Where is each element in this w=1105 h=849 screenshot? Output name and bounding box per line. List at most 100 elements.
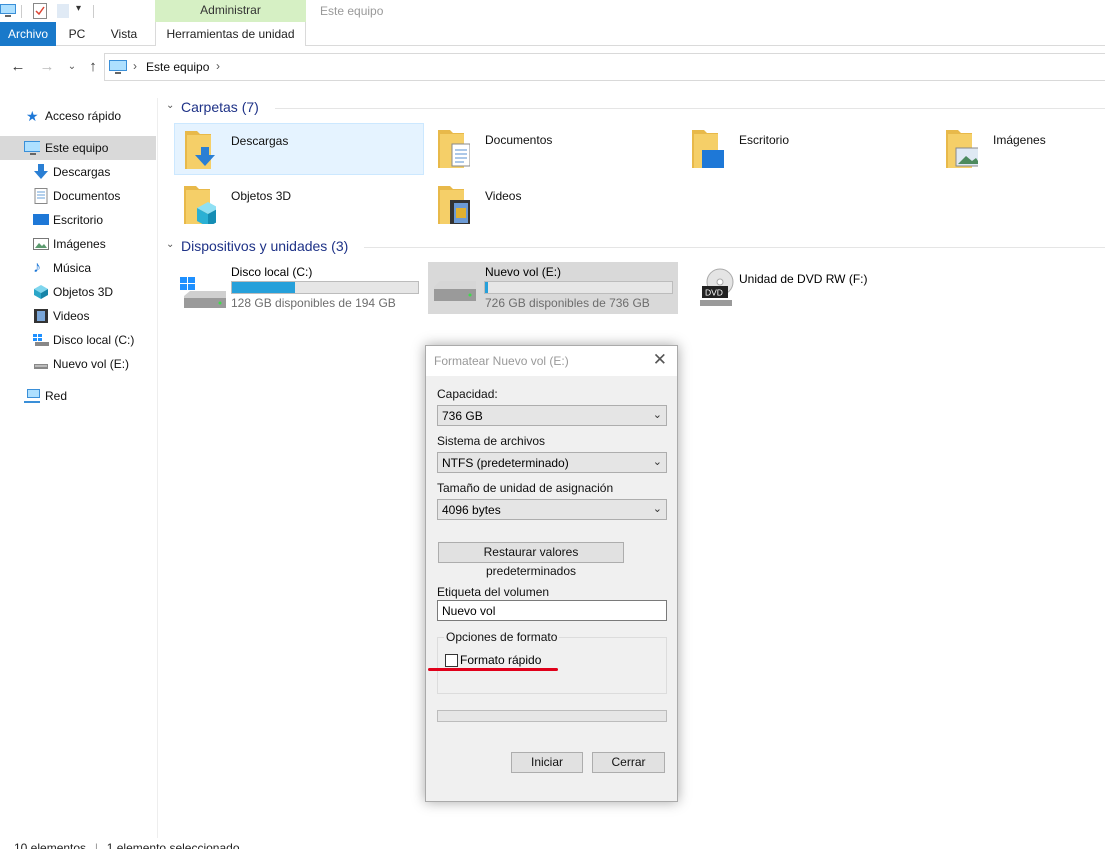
red-underline-annotation — [428, 668, 558, 671]
navigation-pane: ★ Acceso rápido Este equipo Descargas Do… — [0, 98, 158, 838]
customize-qat-icon[interactable]: ▾ — [76, 3, 81, 14]
breadcrumb-separator-icon[interactable]: › — [133, 59, 137, 73]
folder-documentos[interactable]: Documentos — [428, 123, 678, 175]
nav-item-descargas[interactable]: Descargas — [0, 160, 156, 184]
folder-escritorio[interactable]: Escritorio — [682, 123, 932, 175]
volume-label-field-wrap — [437, 600, 667, 621]
drive-usage-fill — [485, 282, 488, 293]
film-icon — [34, 309, 48, 323]
context-tab-group: Administrar — [155, 0, 306, 22]
format-options-title: Opciones de formato — [444, 630, 560, 644]
nav-item-disco-local-c[interactable]: Disco local (C:) — [0, 328, 156, 352]
tab-archivo[interactable]: Archivo — [0, 22, 56, 46]
back-arrow-icon[interactable]: ← — [9, 58, 27, 76]
group-header-dispositivos[interactable]: ⌄ Dispositivos y unidades (3) — [166, 238, 348, 254]
3d-objects-icon — [34, 285, 48, 299]
computer-icon — [24, 141, 40, 155]
chevron-down-icon: ⌄ — [652, 456, 662, 468]
drive-usage-bar — [231, 281, 419, 294]
folder-videos[interactable]: Videos — [428, 179, 678, 231]
nav-item-documentos[interactable]: Documentos — [0, 184, 156, 208]
desktop-folder-icon — [692, 130, 724, 168]
new-folder-icon[interactable] — [57, 4, 69, 18]
tab-vista[interactable]: Vista — [98, 22, 150, 46]
windows-drive-icon — [180, 277, 226, 308]
nav-item-musica[interactable]: ♪ Música — [0, 256, 156, 280]
drive-usage-fill — [232, 282, 296, 293]
quick-format-label[interactable]: Formato rápido — [460, 653, 541, 667]
documents-icon — [34, 188, 48, 204]
quick-format-checkbox[interactable] — [445, 654, 458, 667]
windows-drive-icon — [33, 334, 49, 346]
allocation-unit-select[interactable]: 4096 bytes ⌄ — [437, 499, 667, 520]
3d-objects-folder-icon — [184, 186, 216, 224]
volume-label-input[interactable] — [438, 601, 666, 620]
chevron-down-icon: ⌄ — [652, 409, 662, 421]
breadcrumb-este-equipo[interactable]: Este equipo — [146, 60, 209, 74]
format-options-group: Opciones de formato Formato rápido — [437, 630, 667, 694]
dvd-drive-icon: DVD — [700, 268, 734, 306]
status-bar: 10 elementos | 1 elemento seleccionado — [14, 841, 240, 849]
status-item-count: 10 elementos — [14, 841, 87, 849]
drive-usage-bar — [484, 281, 673, 294]
quick-access-toolbar: ▾ — [0, 0, 150, 22]
close-icon[interactable]: ✕ — [653, 350, 667, 370]
format-dialog: Formatear Nuevo vol (E:) ✕ Capacidad: 73… — [425, 345, 678, 802]
folder-descargas[interactable]: Descargas — [174, 123, 424, 175]
filesystem-select[interactable]: NTFS (predeterminado) ⌄ — [437, 452, 667, 473]
volume-label-label: Etiqueta del volumen — [437, 585, 550, 599]
folder-imagenes[interactable]: Imágenes — [936, 123, 1105, 175]
close-button[interactable]: Cerrar — [592, 752, 665, 773]
drive-dvd-f[interactable]: DVD Unidad de DVD RW (F:) — [682, 262, 932, 314]
nav-item-este-equipo[interactable]: Este equipo — [0, 136, 156, 160]
nav-item-objetos-3d[interactable]: Objetos 3D — [0, 280, 156, 304]
computer-icon — [0, 4, 16, 17]
window-title: Este equipo — [320, 4, 384, 18]
documents-folder-icon — [438, 130, 470, 168]
dialog-title: Formatear Nuevo vol (E:) — [434, 354, 569, 368]
capacity-label: Capacidad: — [437, 387, 498, 401]
nav-item-imagenes[interactable]: Imágenes — [0, 232, 156, 256]
star-icon: ★ — [26, 108, 39, 124]
drive-nuevo-vol-e[interactable]: Nuevo vol (E:) 726 GB disponibles de 736… — [428, 262, 678, 314]
format-progress-bar — [437, 710, 667, 722]
drive-icon — [34, 364, 48, 369]
drive-disco-local-c[interactable]: Disco local (C:) 128 GB disponibles de 1… — [174, 262, 424, 314]
start-button[interactable]: Iniciar — [511, 752, 583, 773]
navigation-bar: ← → ⌄ ↑ › Este equipo › — [0, 52, 1105, 82]
dialog-title-bar: Formatear Nuevo vol (E:) ✕ — [426, 346, 677, 376]
properties-icon[interactable] — [33, 3, 47, 19]
status-selection: 1 elemento seleccionado — [106, 841, 240, 849]
group-header-carpetas[interactable]: ⌄ Carpetas (7) — [166, 99, 259, 115]
chevron-down-icon[interactable]: ⌄ — [166, 100, 174, 111]
file-explorer-window: ▾ Administrar Este equipo Archivo PC Vis… — [0, 0, 1105, 849]
chevron-down-icon: ⌄ — [652, 503, 662, 515]
download-arrow-icon — [34, 164, 48, 179]
pictures-folder-icon — [946, 130, 978, 168]
breadcrumb-separator-icon[interactable]: › — [216, 59, 220, 73]
folder-objetos-3d[interactable]: Objetos 3D — [174, 179, 424, 231]
address-bar[interactable]: › Este equipo › — [104, 53, 1105, 81]
videos-folder-icon — [438, 186, 470, 224]
restore-defaults-button[interactable]: Restaurar valores predeterminados — [438, 542, 624, 578]
pictures-icon — [33, 238, 49, 250]
up-arrow-icon[interactable]: ↑ — [84, 58, 102, 76]
capacity-select[interactable]: 736 GB ⌄ — [437, 405, 667, 426]
music-note-icon: ♪ — [33, 259, 41, 276]
tab-pc[interactable]: PC — [56, 22, 98, 46]
drive-icon — [434, 281, 476, 301]
nav-item-videos[interactable]: Videos — [0, 304, 156, 328]
nav-item-escritorio[interactable]: Escritorio — [0, 208, 156, 232]
allocation-unit-label: Tamaño de unidad de asignación — [437, 481, 614, 495]
nav-item-red[interactable]: Red — [0, 384, 156, 408]
forward-arrow-icon[interactable]: → — [38, 58, 56, 76]
chevron-down-icon[interactable]: ⌄ — [166, 239, 174, 250]
recent-locations-chevron-icon[interactable]: ⌄ — [63, 58, 81, 76]
dvd-label-icon: DVD — [705, 288, 723, 298]
network-icon — [24, 389, 40, 403]
desktop-icon — [33, 214, 49, 225]
tab-herramientas-de-unidad[interactable]: Herramientas de unidad — [155, 22, 306, 46]
nav-item-nuevo-vol-e[interactable]: Nuevo vol (E:) — [0, 352, 156, 376]
filesystem-label: Sistema de archivos — [437, 434, 546, 448]
nav-item-acceso-rapido[interactable]: ★ Acceso rápido — [0, 104, 156, 128]
